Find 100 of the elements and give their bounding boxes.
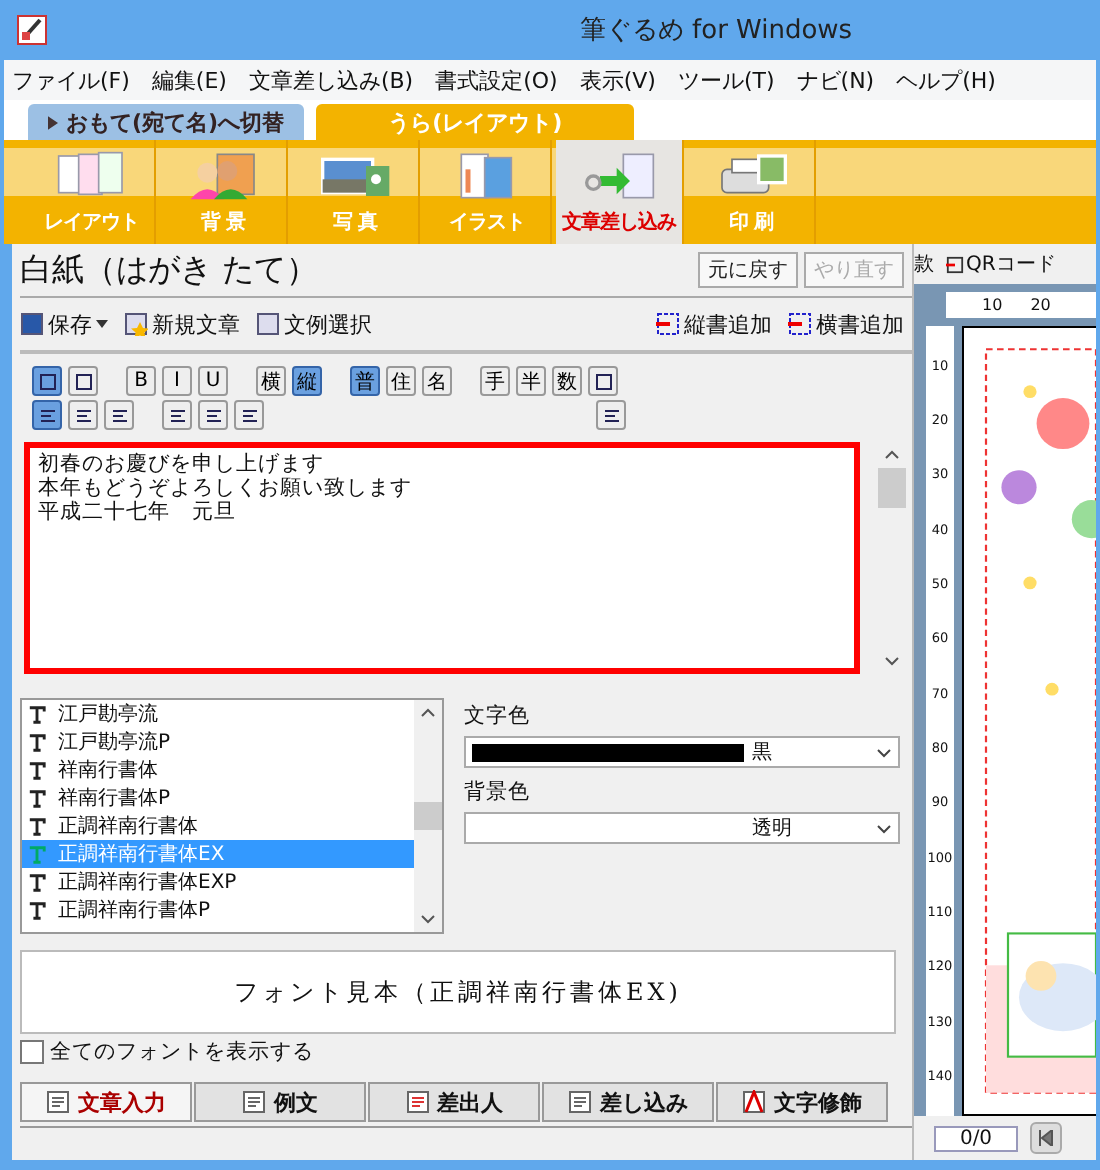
chevron-down-icon bbox=[876, 747, 892, 757]
format-button[interactable]: B bbox=[126, 366, 156, 396]
add-text-icon bbox=[656, 312, 680, 336]
background-color-dropdown[interactable]: 透明 bbox=[464, 812, 900, 844]
align-icon bbox=[203, 405, 223, 425]
menu-item[interactable]: ファイル(F) bbox=[12, 65, 130, 95]
font-icon bbox=[28, 817, 46, 835]
bottom-tab[interactable]: 差し込み bbox=[542, 1082, 714, 1122]
toolbar-button[interactable]: 新規文章 bbox=[152, 309, 240, 339]
format-icon-button[interactable] bbox=[198, 400, 228, 430]
font-list-item[interactable]: 正調祥南行書体EXP bbox=[22, 868, 414, 896]
toolbar-button[interactable]: 横書追加 bbox=[816, 309, 904, 339]
scroll-down-icon[interactable] bbox=[420, 914, 436, 924]
menu-item[interactable]: ナビ(N) bbox=[796, 65, 875, 95]
chevron-down-icon bbox=[876, 823, 892, 833]
bottom-tab[interactable]: 文章入力 bbox=[20, 1082, 192, 1122]
format-icon-button[interactable] bbox=[234, 400, 264, 430]
triangle-icon bbox=[48, 115, 58, 129]
scroll-up-icon[interactable] bbox=[420, 708, 436, 718]
tab-icon bbox=[405, 1090, 429, 1114]
align-icon bbox=[73, 405, 93, 425]
menu-item[interactable]: 表示(V) bbox=[579, 65, 656, 95]
format-button[interactable]: U bbox=[198, 366, 228, 396]
field-label: 背景色 bbox=[464, 778, 532, 806]
toolbar-button[interactable]: 文例選択 bbox=[284, 309, 372, 339]
format-icon-button[interactable] bbox=[596, 400, 626, 430]
format-icon-button[interactable] bbox=[32, 366, 62, 396]
bottom-tab[interactable]: 文字修飾 bbox=[716, 1082, 888, 1122]
font-list[interactable]: 江戸勘亭流 江戸勘亭流P 祥南行書体 祥南行書体P 正調祥南行書体 正調祥南行書体EX 正調祥南行書体EXP 正調祥南行書体P bbox=[20, 698, 444, 934]
align-icon bbox=[167, 405, 187, 425]
format-button[interactable]: 半 bbox=[516, 366, 546, 396]
checkbox[interactable] bbox=[20, 1040, 44, 1064]
menu-item[interactable]: 文章差し込み(B) bbox=[248, 65, 414, 95]
tab-icon bbox=[46, 1090, 70, 1114]
message-textarea[interactable]: 初春のお慶びを申し上げます 本年もどうぞよろしくお願い致します 平成二十七年 元旦 bbox=[24, 442, 860, 674]
font-list-item[interactable]: 江戸勘亭流 bbox=[22, 700, 414, 728]
ribbon-icon bbox=[579, 148, 659, 204]
font-list-item[interactable]: 正調祥南行書体P bbox=[22, 896, 414, 924]
font-icon bbox=[28, 845, 46, 863]
text-color-dropdown[interactable]: 黒 bbox=[464, 736, 900, 768]
tab-icon bbox=[242, 1090, 266, 1114]
format-icon-button[interactable] bbox=[68, 400, 98, 430]
field-label: 文字色 bbox=[464, 702, 532, 730]
first-page-button[interactable] bbox=[1030, 1122, 1062, 1154]
align-icon bbox=[601, 405, 621, 425]
font-icon bbox=[28, 761, 46, 779]
align-icon bbox=[239, 405, 259, 425]
menu-item[interactable]: 編集(E) bbox=[151, 65, 227, 95]
caret-icon bbox=[96, 320, 108, 328]
font-icon bbox=[28, 733, 46, 751]
scrollbar-thumb[interactable] bbox=[878, 468, 906, 508]
add-text-icon bbox=[788, 312, 812, 336]
format-button[interactable]: 縦 bbox=[292, 366, 322, 396]
toolbar-icon bbox=[256, 312, 280, 336]
menu-item[interactable]: ツール(T) bbox=[677, 65, 775, 95]
first-page-icon bbox=[1038, 1130, 1054, 1146]
preview-toolbar-button[interactable]: QRコード bbox=[946, 250, 1056, 278]
scroll-up-icon[interactable] bbox=[884, 450, 900, 460]
format-button[interactable]: 普 bbox=[350, 366, 380, 396]
align-icon bbox=[37, 405, 57, 425]
font-list-item[interactable]: 祥南行書体 bbox=[22, 756, 414, 784]
page-counter: 0/0 bbox=[934, 1125, 1018, 1151]
scroll-down-icon[interactable] bbox=[884, 656, 900, 666]
format-button[interactable]: 横 bbox=[256, 366, 286, 396]
format-icon-button[interactable] bbox=[162, 400, 192, 430]
format-button[interactable]: 数 bbox=[552, 366, 582, 396]
format-button[interactable]: 住 bbox=[386, 366, 416, 396]
font-sample: フォント見本（正調祥南行書体EX) bbox=[20, 950, 896, 1034]
font-icon bbox=[28, 789, 46, 807]
frame-icon bbox=[593, 371, 613, 391]
toolbar-button[interactable]: 保存 bbox=[48, 309, 92, 339]
history-button[interactable]: 元に戻す bbox=[698, 252, 798, 288]
format-button[interactable]: I bbox=[162, 366, 192, 396]
document-title: 白紙（はがき たて） bbox=[20, 249, 321, 291]
app-icon bbox=[16, 14, 48, 46]
mode-tab[interactable]: おもて(宛て名)へ切替 bbox=[28, 104, 305, 140]
ribbon-button[interactable]: 文章差し込み bbox=[556, 140, 684, 244]
font-list-item[interactable]: 江戸勘亭流P bbox=[22, 728, 414, 756]
window-title: 筆ぐるめ for Windows bbox=[577, 14, 855, 48]
tab-icon bbox=[568, 1090, 592, 1114]
format-button[interactable]: 名 bbox=[422, 366, 452, 396]
align-icon bbox=[109, 405, 129, 425]
menu-item[interactable]: ヘルプ(H) bbox=[896, 65, 996, 95]
toolbar-button[interactable]: 縦書追加 bbox=[684, 309, 772, 339]
preview-toolbar-button[interactable]: 款 bbox=[914, 250, 934, 278]
format-icon-button[interactable] bbox=[68, 366, 98, 396]
bottom-tab[interactable]: 差出人 bbox=[368, 1082, 540, 1122]
format-button[interactable]: 手 bbox=[480, 366, 510, 396]
font-list-item[interactable]: 祥南行書体P bbox=[22, 784, 414, 812]
menu-item[interactable]: 書式設定(O) bbox=[435, 65, 558, 95]
font-list-item[interactable]: 正調祥南行書体 bbox=[22, 812, 414, 840]
scrollbar-thumb[interactable] bbox=[414, 802, 442, 830]
format-icon-button[interactable] bbox=[588, 366, 618, 396]
tab-icon bbox=[742, 1090, 766, 1114]
bottom-tab[interactable]: 例文 bbox=[194, 1082, 366, 1122]
checkbox-label[interactable]: 全てのフォントを表示する bbox=[50, 1038, 314, 1066]
font-icon bbox=[28, 873, 46, 891]
font-icon bbox=[28, 901, 46, 919]
format-icon-button[interactable] bbox=[32, 400, 62, 430]
format-icon-button[interactable] bbox=[104, 400, 134, 430]
